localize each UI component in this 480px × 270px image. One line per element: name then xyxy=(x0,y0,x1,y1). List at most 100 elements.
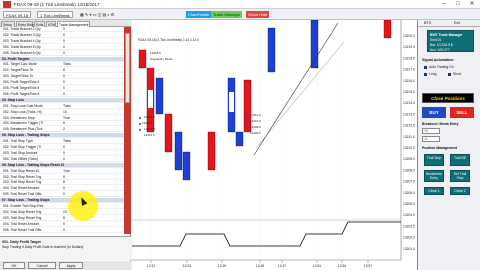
close-positions-button[interactable]: Close Positions xyxy=(422,93,474,103)
scrollbar-thumb[interactable] xyxy=(125,33,130,103)
close-window-button[interactable]: ✕ xyxy=(465,0,479,9)
property-row[interactable]: 005. Trail Reset Trail Offs 0 xyxy=(0,228,124,233)
property-row[interactable]: 004. Trail Reset Amount 0 xyxy=(0,222,124,227)
property-value[interactable]: 8 xyxy=(63,216,65,221)
property-value[interactable]: 8 xyxy=(63,68,65,73)
property-row[interactable]: 004. Trade Bracket 5 Qty 0 xyxy=(0,45,124,50)
property-value[interactable]: 0 xyxy=(63,27,65,32)
property-row[interactable]: 003. Trade Bracket 4 Qty 0 xyxy=(0,39,124,44)
property-value[interactable]: 0 xyxy=(63,45,65,50)
property-row[interactable]: 001. Trail Stop Reset #1 True xyxy=(0,169,124,174)
property-value[interactable]: 0 xyxy=(63,92,65,97)
breakeven-entry-button[interactable]: Breakeven Entry xyxy=(424,170,444,182)
property-value[interactable]: True xyxy=(63,116,70,121)
price-tick-label: 13207.0 xyxy=(403,180,415,184)
property-row[interactable]: 001. Trail Stop Type Ticks xyxy=(0,139,124,145)
property-value[interactable]: 0 xyxy=(63,151,65,156)
property-value[interactable]: 0 xyxy=(63,157,65,162)
breakout-short-input[interactable]: -1 xyxy=(422,136,440,142)
property-value[interactable]: 0 xyxy=(63,39,65,44)
property-row[interactable]: 002. Target/Ticks Te 8 xyxy=(0,68,124,74)
show-hide-button[interactable]: Show Hide xyxy=(246,11,270,18)
breakout-long-input[interactable]: +1 xyxy=(422,128,440,134)
property-value[interactable]: Ticks xyxy=(63,104,71,109)
property-row[interactable]: 004. Trail Offset (Ticks) 0 xyxy=(0,157,124,162)
trade-manager-button[interactable]: Trade Manager xyxy=(211,11,243,18)
property-value[interactable]: 0 xyxy=(63,51,65,56)
property-row[interactable]: 002. Stop Loss (Ticks, Hi) 10 xyxy=(0,110,124,115)
chart-trader-button[interactable]: ChartTrader xyxy=(186,11,212,18)
property-row[interactable]: 006. Profit Target/Tcks 6 0 xyxy=(0,92,124,97)
property-value[interactable]: 0 xyxy=(63,74,65,79)
close-2-button[interactable]: Close 2 xyxy=(450,187,470,195)
property-value[interactable]: 0 xyxy=(63,80,65,85)
property-value[interactable]: 6 xyxy=(63,180,65,185)
property-value[interactable]: Ticks xyxy=(63,139,71,144)
property-value[interactable]: 0 xyxy=(63,186,65,191)
property-row[interactable]: 002. Trail Stop Reset Trig 10 xyxy=(0,210,124,215)
buy-button[interactable]: BUY xyxy=(422,107,446,118)
property-value[interactable]: True xyxy=(63,169,70,174)
instrument-selector[interactable]: FDAX 09-18 xyxy=(3,11,32,18)
property-value[interactable]: 10 xyxy=(63,110,67,115)
property-value[interactable]: 0 xyxy=(63,222,65,227)
property-row[interactable]: 001. Trade Bracket 2 Qty 0 xyxy=(0,27,124,32)
toolbar-icons[interactable]: ▦ ✎ ⌖ ▭ ◫ ▤ ⌕ ⚙ xyxy=(78,11,116,18)
property-value[interactable]: 0 xyxy=(63,86,65,91)
auto-trading-checkbox[interactable] xyxy=(424,66,427,69)
price-chart[interactable]: 13220.0 13219.0 13218.0 13217.0 13216.0 13215… xyxy=(132,20,418,270)
short-checkbox[interactable] xyxy=(448,73,451,76)
bts-label[interactable]: BTS xyxy=(424,21,431,25)
property-row[interactable]: 002. Trail Stop Reset Trig 8 xyxy=(0,175,124,180)
set-trail-stop-button[interactable]: Set Trail Stop xyxy=(450,170,470,182)
property-category[interactable]: 03. Profit Targets xyxy=(0,56,124,62)
property-label: 004. Trade Bracket 5 Qty xyxy=(3,44,41,49)
property-value[interactable]: 0 xyxy=(63,33,65,38)
property-value[interactable]: 0 xyxy=(63,192,65,197)
property-row[interactable]: 003. Trail Stop Reset Trig 8 xyxy=(0,216,124,221)
property-row[interactable]: 002. Trade Bracket 3 Qty 0 xyxy=(0,33,124,38)
property-value[interactable]: 2 xyxy=(63,127,65,132)
property-row[interactable]: 005. Trade Bracket 6 Qty 0 xyxy=(0,51,124,56)
property-row[interactable]: 003. Trail Stop Amount 0 xyxy=(0,151,124,156)
property-row[interactable]: 005. Breakeven Plus (Tick 2 xyxy=(0,127,124,133)
time-tick-label: 12:31 xyxy=(147,264,155,268)
property-row[interactable]: 003. Trail Stop Reset Trig 6 xyxy=(0,180,124,186)
ok-button[interactable]: OK xyxy=(3,262,25,269)
chart-canvas[interactable]: 13220.0 13219.0 13218.0 13217.0 13216.0 13215… xyxy=(132,20,418,270)
apply-button[interactable]: Apply xyxy=(59,262,83,269)
close-1-button[interactable]: Close 1 xyxy=(424,187,444,195)
property-value[interactable]: 10 xyxy=(63,210,67,215)
minimize-button[interactable]: – xyxy=(437,0,451,9)
property-row[interactable]: 004. Breakeven Trigger (Ti 6 xyxy=(0,121,124,127)
property-label: 004. Trail Reset Amount xyxy=(3,221,40,226)
property-row[interactable]: 003. Breakeven Stop True xyxy=(0,116,124,121)
trail-be-button[interactable]: Trail BE xyxy=(450,154,470,166)
property-value[interactable]: 0 xyxy=(63,145,65,150)
long-checkbox[interactable] xyxy=(424,73,427,76)
property-category[interactable]: 06. Stop Loss - Trailing Stops Reset #1 xyxy=(0,162,124,168)
property-row[interactable]: 002. Trail Stop Trigger (Ti 0 xyxy=(0,145,124,150)
maximize-button[interactable]: □ xyxy=(451,0,465,9)
property-row[interactable]: 004. Trail Reset Amount 0 xyxy=(0,186,124,192)
property-value[interactable]: 0 xyxy=(63,228,65,233)
property-row[interactable]: 003. Target/Ticks Te 0 xyxy=(0,74,124,80)
property-value[interactable]: 8 xyxy=(63,175,65,180)
property-row[interactable]: 001. Target Calc Mode Ticks xyxy=(0,62,124,68)
property-row[interactable]: 001. Stop Loss Calc Mode Ticks xyxy=(0,104,124,109)
property-row[interactable]: 005. Trail Reset Trail Offs 0 xyxy=(0,192,124,198)
property-value[interactable]: Ticks xyxy=(63,62,71,67)
property-row[interactable]: 005. Profit Target/Tcks 5 0 xyxy=(0,86,124,91)
property-value[interactable]: 6 xyxy=(63,121,65,126)
trail-stop-button[interactable]: Trail Stop xyxy=(424,154,444,166)
property-scrollbar[interactable] xyxy=(124,27,131,234)
cancel-button[interactable]: Cancel xyxy=(28,262,56,269)
exit-label[interactable]: Exit xyxy=(454,21,460,25)
period-selector[interactable]: 1 Tick LineBreak xyxy=(37,11,73,18)
property-category[interactable]: 07. Stop Loss - Trailing Stops xyxy=(0,198,124,204)
sell-button[interactable]: SELL xyxy=(450,107,474,118)
property-category[interactable]: 05. Stop Loss - Trailing Stops xyxy=(0,133,124,139)
property-row[interactable]: 001. Enable Trail Stop Res xyxy=(0,204,124,209)
property-category[interactable]: 04. Stop Loss xyxy=(0,97,124,103)
property-row[interactable]: 004. Profit Target/Tcks 4 0 xyxy=(0,80,124,86)
